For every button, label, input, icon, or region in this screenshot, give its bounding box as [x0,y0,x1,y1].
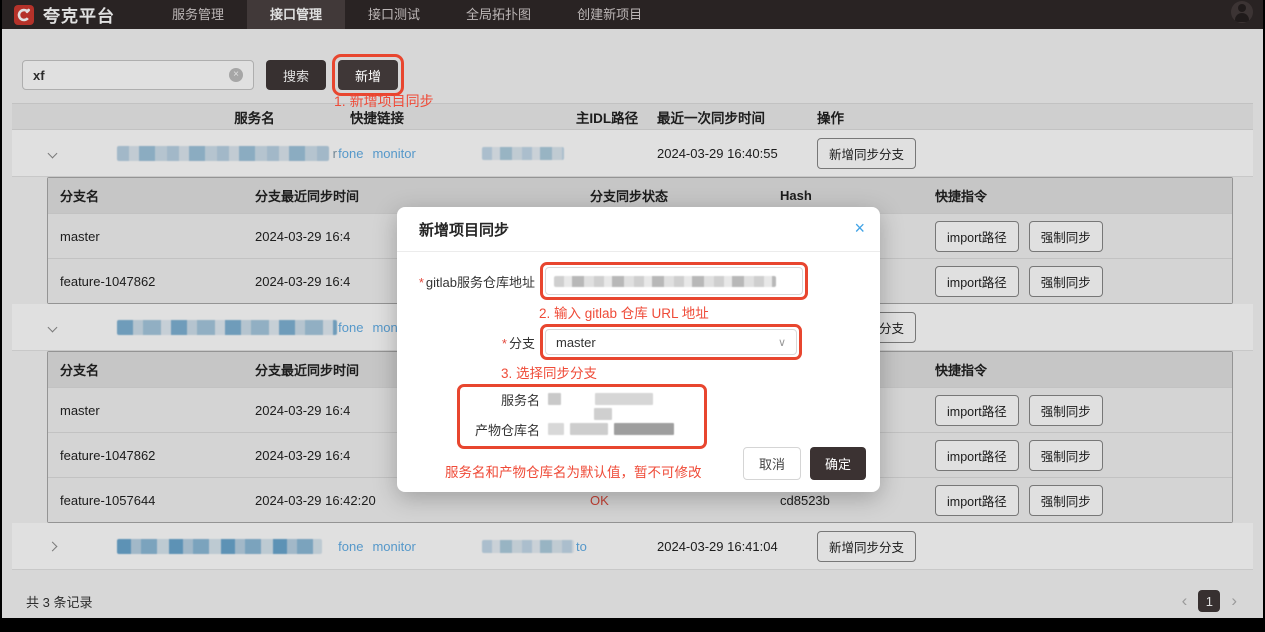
modal-header: 新增项目同步 × [397,207,880,252]
chevron-down-icon: ∨ [778,336,786,349]
cancel-button[interactable]: 取消 [743,447,801,480]
branch-select-value: master [556,335,596,350]
branch-label: *分支 [409,333,535,352]
annotation-box-repo-input [540,262,808,300]
close-icon[interactable]: × [854,218,865,239]
redacted-service-name-value [548,393,653,420]
gitlab-repo-url-input[interactable] [545,267,803,295]
add-button[interactable]: 新增 [338,60,398,90]
annotation-box-defaults: 服务名 产物仓库名 [457,384,707,449]
required-asterisk: * [502,336,507,351]
modal-title: 新增项目同步 [419,219,509,240]
annotation-step2: 2. 输入 gitlab 仓库 URL 地址 [539,302,868,322]
app-window: 夸克平台 服务管理 接口管理 接口测试 全局拓扑图 创建新项目 xf × 搜索 … [2,0,1263,618]
artifact-repo-label: 产物仓库名 [470,423,540,438]
confirm-button[interactable]: 确定 [810,447,866,480]
redacted-artifact-repo-value [548,423,674,435]
add-project-sync-modal: 新增项目同步 × *gitlab服务仓库地址 2. 输入 gitlab 仓库 U… [397,207,880,492]
modal-footer: 取消 确定 [743,447,866,480]
repo-url-label: *gitlab服务仓库地址 [409,272,535,291]
artifact-repo-row: 产物仓库名 [470,423,694,438]
annotation-box-add-button: 新增 [332,54,404,96]
required-asterisk: * [419,275,424,290]
service-name-row: 服务名 [470,393,694,420]
annotation-step1: 1. 新增项目同步 [334,91,434,111]
repo-field-row: *gitlab服务仓库地址 [409,262,868,300]
branch-field-row: *分支 master ∨ [409,324,868,360]
branch-select[interactable]: master ∨ [545,329,797,355]
annotation-box-branch-select: master ∨ [540,324,802,360]
annotation-step3: 3. 选择同步分支 [501,362,868,382]
redacted-repo-url [554,276,776,287]
service-name-label: 服务名 [470,393,540,408]
